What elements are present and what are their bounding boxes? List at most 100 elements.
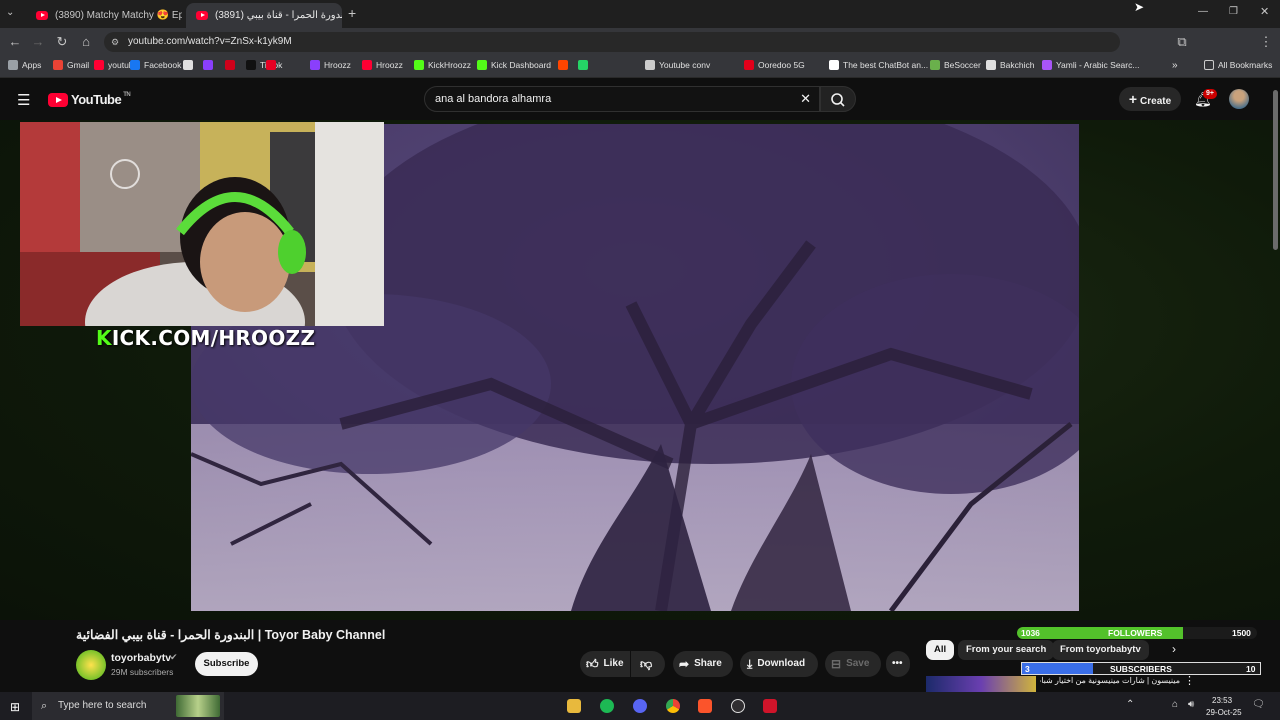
save-button[interactable]: ⊟ Save — [825, 651, 881, 677]
bookmark-item[interactable]: KickHroozz — [414, 60, 471, 70]
notification-center-icon[interactable]: 🗨︎ — [1252, 699, 1265, 710]
bookmark-label: Hroozz — [376, 60, 403, 70]
windows-start-icon[interactable]: ⊞ — [10, 700, 20, 714]
taskbar-time[interactable]: 23:53 — [1212, 696, 1232, 705]
bookmark-item[interactable]: Facebook — [130, 60, 181, 70]
share-button[interactable]: ➦ Share — [673, 651, 733, 677]
create-label: Create — [1140, 96, 1172, 107]
bookmark-item[interactable] — [225, 60, 239, 70]
create-button[interactable]: + Create — [1119, 87, 1181, 111]
youtube-logo-text: YouTube — [71, 92, 122, 107]
avatar[interactable] — [1229, 89, 1249, 109]
maximize-icon[interactable]: ❐ — [1229, 6, 1238, 17]
thumbs-up-icon: 👍︎ — [586, 657, 599, 671]
mouse-cursor-icon: ➤ — [1134, 0, 1145, 14]
youtube-favicon-icon — [36, 11, 48, 20]
bookmark-label: Apps — [22, 60, 42, 70]
back-icon[interactable]: ← — [7, 34, 23, 50]
hamburger-menu-icon[interactable]: ☰ — [17, 91, 30, 109]
chip-all[interactable]: All — [926, 640, 955, 660]
recommended-thumbnail[interactable] — [926, 676, 1036, 692]
search-input[interactable]: ana al bandora alhamra ✕ — [424, 86, 820, 112]
reload-icon[interactable]: ↻ — [54, 34, 70, 50]
bookmark-item[interactable] — [266, 60, 280, 70]
bookmark-item[interactable]: BeSoccer — [930, 60, 981, 70]
address-bar[interactable]: ⚙ youtube.com/watch?v=ZnSx-k1yk9M — [104, 32, 1120, 52]
tray-chevron-icon[interactable]: ⌃ — [1126, 699, 1134, 710]
bookmark-favicon-icon — [130, 60, 140, 70]
plus-icon: + — [1128, 91, 1138, 107]
streaming-app-icon[interactable] — [763, 699, 777, 713]
more-actions-button[interactable]: ••• — [886, 651, 910, 677]
bookmark-favicon-icon — [225, 60, 235, 70]
youtube-logo[interactable]: YouTube TN — [48, 92, 131, 107]
tab-bandora[interactable]: (3891) البندورة الحمرا - قناة بيبي ✕ — [186, 3, 342, 28]
like-button[interactable]: 👍︎ Like — [580, 651, 630, 677]
bookmarks-overflow-icon[interactable]: » — [1172, 60, 1178, 71]
bookmark-favicon-icon — [310, 60, 320, 70]
followers-current: 1036 — [1021, 628, 1040, 638]
bookmark-item[interactable]: Hroozz — [362, 60, 403, 70]
download-label: Download — [757, 658, 806, 669]
download-button[interactable]: ⤓ Download — [740, 651, 818, 677]
thumbs-down-icon: 👎︎ — [640, 657, 653, 671]
obs-icon[interactable] — [731, 699, 745, 713]
tab-matchy[interactable]: (3890) Matchy Matchy 😍 Ep 6 ✕ — [26, 3, 182, 28]
recommended-title[interactable]: مينيسون | شارات مينيسونية من اختيار شباب — [1040, 676, 1180, 690]
clear-search-icon[interactable]: ✕ — [800, 87, 811, 111]
bookmark-item[interactable]: Gmail — [53, 60, 89, 70]
extensions-icon[interactable]: ⧉ — [1174, 34, 1190, 50]
kick-k-letter: K — [96, 326, 112, 350]
home-icon[interactable]: ⌂ — [78, 34, 94, 50]
video-title: البندورة الحمرا - قناة بيبي الفضائية | T… — [76, 628, 386, 642]
bookmark-item[interactable] — [578, 60, 592, 70]
search-button[interactable] — [820, 86, 856, 112]
spotify-icon[interactable] — [600, 699, 614, 713]
scrollbar-thumb[interactable] — [1273, 90, 1278, 250]
bookmark-item[interactable]: Youtube conv — [645, 60, 710, 70]
subs-label: SUBSCRIBERS — [1110, 664, 1172, 674]
bookmark-label: Kick Dashboard — [491, 60, 552, 70]
bookmark-item[interactable]: Bakchich — [986, 60, 1035, 70]
chip-from-search[interactable]: From your search — [958, 640, 1055, 660]
verified-icon: ✔︎ — [170, 652, 178, 662]
minimize-icon[interactable]: — — [1198, 6, 1208, 17]
chrome-icon[interactable] — [666, 699, 680, 713]
bookmark-item[interactable] — [558, 60, 572, 70]
brave-icon[interactable] — [698, 699, 712, 713]
new-tab-button[interactable]: + — [348, 5, 356, 21]
bookmark-item[interactable]: Hroozz — [310, 60, 351, 70]
bookmark-label: Yamli - Arabic Searc... — [1056, 60, 1140, 70]
discord-icon[interactable] — [633, 699, 647, 713]
dislike-button[interactable]: 👎︎ — [631, 651, 665, 677]
volume-icon[interactable]: 🔊︎ — [1188, 699, 1194, 710]
bookmark-favicon-icon — [53, 60, 63, 70]
bookmark-item[interactable] — [183, 60, 197, 70]
window-close-icon[interactable]: ✕ — [1260, 5, 1269, 18]
taskbar-date[interactable]: 29-Oct-25 — [1206, 708, 1242, 717]
subs-current: 3 — [1025, 664, 1030, 674]
network-icon[interactable]: ⌂ — [1172, 699, 1178, 710]
bookmark-label: Ooredoo 5G — [758, 60, 805, 70]
chips-next-icon[interactable]: › — [1172, 642, 1176, 656]
taskbar-search-input[interactable]: ⌕ Type here to search — [32, 692, 224, 720]
tab-search-icon[interactable]: ⌄ — [6, 7, 14, 18]
channel-avatar[interactable] — [76, 650, 106, 680]
subscribe-button[interactable]: Subscribe — [195, 652, 258, 676]
bookmark-item[interactable]: Ooredoo 5G — [744, 60, 805, 70]
bookmark-item[interactable]: Kick Dashboard — [477, 60, 551, 70]
file-explorer-icon[interactable] — [567, 699, 581, 713]
bookmark-item[interactable] — [203, 60, 217, 70]
search-value: ana al bandora alhamra — [435, 93, 552, 105]
all-bookmarks-folder[interactable]: All Bookmarks — [1204, 60, 1272, 70]
site-info-icon[interactable]: ⚙ — [111, 32, 119, 52]
channel-name[interactable]: toyorbabytv — [111, 652, 171, 664]
recommended-more-icon[interactable]: ⋮ — [1184, 674, 1195, 687]
bookmark-item[interactable]: Yamli - Arabic Searc... — [1042, 60, 1139, 70]
forward-icon[interactable]: → — [30, 34, 46, 50]
chip-from-channel[interactable]: From toyorbabytv — [1052, 640, 1149, 660]
search-icon: ⌕ — [41, 700, 48, 712]
bookmark-item[interactable]: The best ChatBot an... — [829, 60, 928, 70]
bookmark-item[interactable]: Apps — [8, 60, 41, 70]
menu-kebab-icon[interactable]: ⋮ — [1258, 34, 1274, 50]
